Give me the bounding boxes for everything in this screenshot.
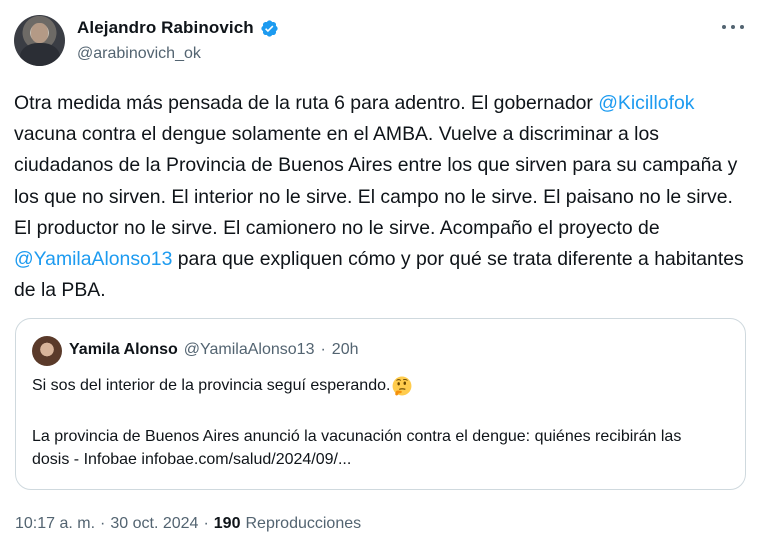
ellipsis-icon[interactable]: [722, 18, 744, 36]
views-count: 190: [213, 515, 241, 532]
tweet-date[interactable]: 30 oct. 2024: [110, 515, 198, 533]
dot-1: [722, 25, 726, 29]
views-label: Reproducciones: [245, 515, 362, 532]
dot-3: [740, 25, 744, 29]
thinking-face-icon: [392, 376, 412, 396]
tweet-card: Alejandro Rabinovich @arabinovich_ok Otr…: [0, 0, 768, 551]
quoted-author-avatar[interactable]: [32, 336, 62, 366]
avatar-body-shape: [20, 43, 60, 66]
quoted-text-paragraph: La provincia de Buenos Aires anunció la …: [32, 428, 682, 468]
footer-separator-2: ·: [203, 515, 209, 532]
mention-link-yamilaalonso13[interactable]: @YamilaAlonso13: [14, 248, 172, 270]
quoted-text-first: Si sos del interior de la provincia segu…: [32, 377, 391, 394]
author-avatar[interactable]: [14, 15, 65, 66]
tweet-text-part-2: vacuna contra el dengue solamente en el …: [14, 123, 738, 239]
tweet-footer: 10:17 a. m. · 30 oct. 2024 · 190 Reprodu…: [15, 515, 361, 533]
quoted-tweet[interactable]: Yamila Alonso @YamilaAlonso13 · 20h Si s…: [15, 318, 746, 490]
quoted-text-line: Si sos del interior de la provincia segu…: [32, 375, 412, 397]
mention-link-kicillofok[interactable]: @Kicillofok: [598, 92, 694, 114]
quoted-tweet-header: Yamila Alonso @YamilaAlonso13 · 20h: [69, 341, 359, 359]
avatar-face-shape: [31, 23, 48, 43]
quoted-separator: ·: [320, 341, 326, 358]
author-name[interactable]: Alejandro Rabinovich: [77, 18, 254, 38]
quoted-author-handle[interactable]: @YamilaAlonso13: [184, 341, 315, 359]
tweet-text-part-1: Otra medida más pensada de la ruta 6 par…: [14, 92, 593, 114]
footer-separator-1: ·: [100, 515, 106, 532]
author-handle[interactable]: @arabinovich_ok: [77, 45, 201, 63]
author-name-row: Alejandro Rabinovich: [77, 18, 279, 38]
quoted-timestamp[interactable]: 20h: [332, 341, 359, 359]
dot-2: [731, 25, 735, 29]
verified-badge-icon: [261, 19, 278, 37]
tweet-time[interactable]: 10:17 a. m.: [15, 515, 95, 533]
tweet-body: Otra medida más pensada de la ruta 6 par…: [14, 88, 754, 306]
quoted-author-name[interactable]: Yamila Alonso: [69, 341, 178, 359]
